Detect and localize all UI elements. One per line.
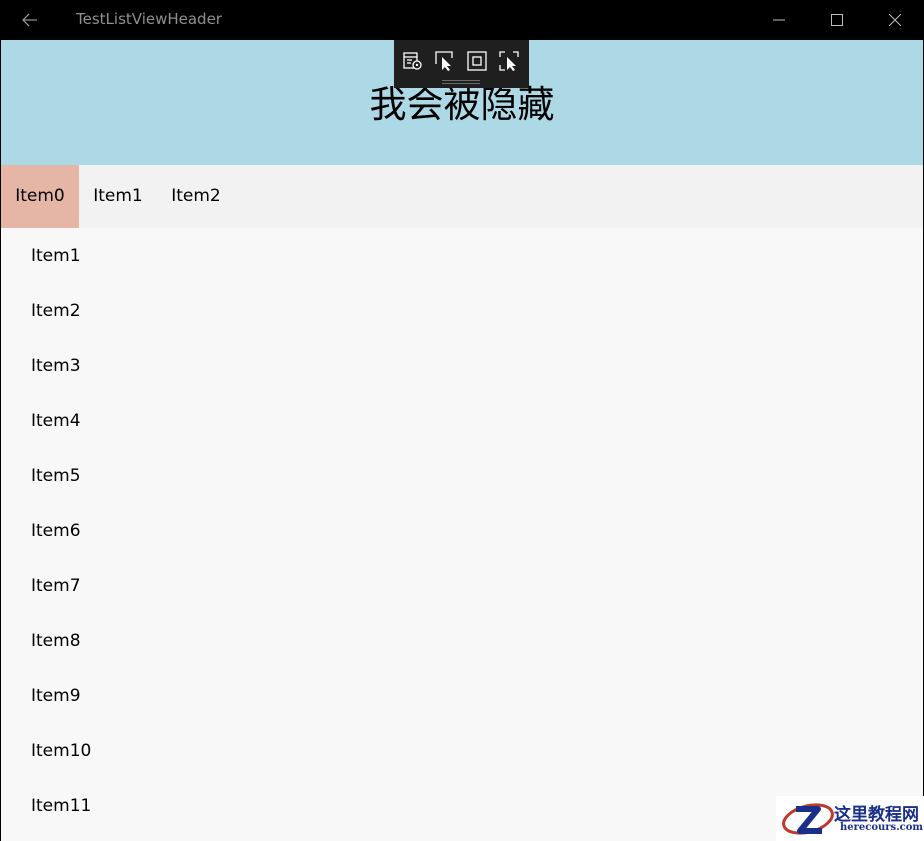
list-item[interactable]: Item9 [1,668,923,723]
minimize-button[interactable] [750,0,808,40]
site-logo-icon [782,803,834,835]
select-element-button[interactable] [432,48,458,74]
list-item[interactable]: Item7 [1,558,923,613]
list-item[interactable]: Item4 [1,393,923,448]
app-title: TestListViewHeader [76,10,222,28]
display-layout-adorners-icon [467,51,487,71]
close-icon [889,14,901,26]
list-item[interactable]: Item2 [1,283,923,338]
list-item[interactable]: Item10 [1,723,923,778]
close-button[interactable] [866,0,924,40]
horizontal-item[interactable]: Item0 [1,165,79,228]
horizontal-item[interactable]: Item2 [157,165,235,228]
list-item[interactable]: Item6 [1,503,923,558]
debug-toolbar [394,40,529,88]
list-item[interactable]: Item1 [1,228,923,283]
live-visual-tree-icon [403,52,422,70]
track-focus-button[interactable] [496,48,522,74]
select-element-icon [435,51,453,71]
header-text: 我会被隐藏 [369,83,555,126]
list-view: Item1 Item2 Item3 Item4 Item5 Item6 Item… [1,228,923,833]
list-item[interactable]: Item3 [1,338,923,393]
maximize-icon [831,14,843,26]
track-focus-icon [499,51,519,71]
title-bar: TestListViewHeader [0,0,924,40]
minimize-icon [773,19,785,21]
list-item[interactable]: Item8 [1,613,923,668]
horizontal-item[interactable]: Item1 [79,165,157,228]
list-item[interactable]: Item5 [1,448,923,503]
toolbar-grip[interactable] [442,80,480,84]
live-visual-tree-button[interactable] [400,48,426,74]
back-button[interactable] [12,4,48,36]
watermark: 这里教程网 herecours.com [776,796,924,841]
watermark-url: herecours.com [840,822,924,833]
maximize-button[interactable] [808,0,866,40]
horizontal-item-bar: Item0 Item1 Item2 [1,165,923,228]
arrow-left-icon [22,13,37,27]
display-layout-adorners-button[interactable] [464,48,490,74]
client-area: 我会被隐藏 Item0 Item1 Item2 Item1 Item2 Item… [1,40,923,841]
